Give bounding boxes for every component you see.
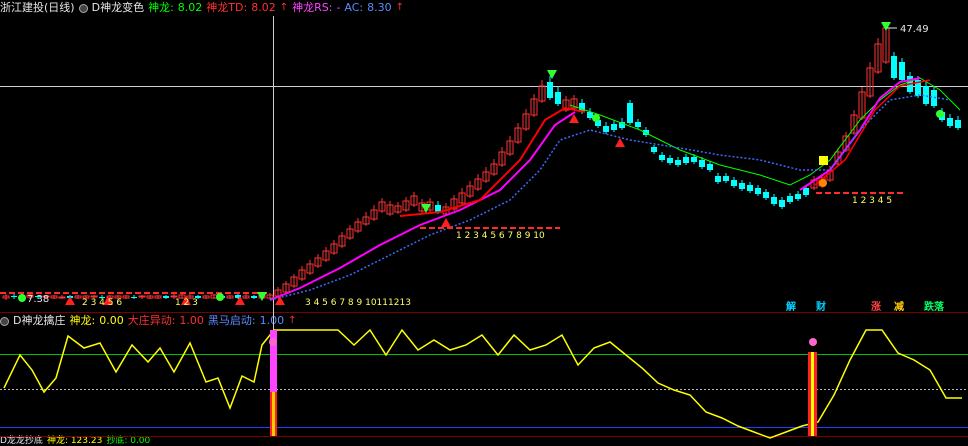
candle-body [739,183,745,189]
ma-green-line [569,77,961,186]
flower-icon [936,110,944,118]
sell-triangle-icon [547,70,557,79]
candle-body [715,176,721,182]
signal-tag: 涨 [871,300,881,313]
candle-body [899,62,905,80]
candle-body [787,196,793,202]
buy-triangle-icon [441,218,451,227]
candle-body [763,192,769,198]
candle-body [675,160,681,165]
candle-body [699,160,705,167]
price-high-label: 47.49 [900,24,929,35]
candle-body [11,296,17,297]
bead-icon [809,338,817,346]
candle-body [90,295,98,298]
buy-triangle-icon [65,296,75,305]
oscillator-group [3,328,962,439]
candle-body [587,112,593,118]
candle-body [779,200,785,207]
candle-body [771,197,777,204]
signal-bar [272,392,275,436]
candle-body [547,82,553,98]
signal-tag: 解 [786,300,796,313]
seq-label: 1 2 3 4 5 6 7 8 9 10 [456,231,545,241]
candle-body [891,56,897,78]
candle-body [58,296,66,299]
candle-body [163,296,169,298]
candle-body [707,164,713,170]
candle-body [627,103,633,123]
flower-icon [592,114,600,122]
candle-body [803,188,809,195]
candle-body [723,176,729,181]
fire-icon [819,179,827,187]
candle-body [683,157,689,163]
moving-averages [269,77,961,301]
candle-body [635,122,641,127]
candle-body [131,297,137,298]
buy-triangle-icon [615,138,625,147]
candle-body [603,126,609,132]
candle-body [747,185,753,191]
candle-body [659,155,665,160]
yellow-marker-icon [819,156,828,165]
candle-body [731,180,737,186]
signal-tag: 跌落 [924,300,945,313]
candle-body [251,296,257,298]
oscillator-line [3,328,962,439]
flower-icon [216,293,224,301]
seq-label: 3 4 5 6 7 8 9 10111213 [305,298,411,308]
candle-body [795,194,801,199]
ma-blue-dotted-line [269,94,951,301]
candle-body [611,124,617,130]
candle-body [667,158,673,163]
candle-body [651,147,657,152]
candles-group [2,25,961,300]
candle-body [170,295,178,298]
signal-tag: 财 [815,300,826,313]
candle-body [955,120,961,128]
signal-bar [811,352,814,436]
candle-body [947,118,953,126]
candle-body [138,295,146,298]
signal-marks [0,22,944,305]
stock-chart-canvas[interactable]: 47.49 7.38 2 3 4 5 6 1 2 3 3 4 5 6 7 8 9… [0,0,968,444]
seq-label: 2 3 4 5 6 [82,298,122,308]
price-low-label: 7.38 [27,294,49,305]
seq-label: 1 2 3 4 5 [852,196,892,206]
candle-body [691,157,697,162]
candle-body [555,92,561,104]
seq-label: 1 2 3 [175,298,198,308]
bead-icon [269,338,277,346]
signal-tag: 减 [894,300,904,313]
candle-body [755,188,761,194]
flower-icon [18,294,26,302]
